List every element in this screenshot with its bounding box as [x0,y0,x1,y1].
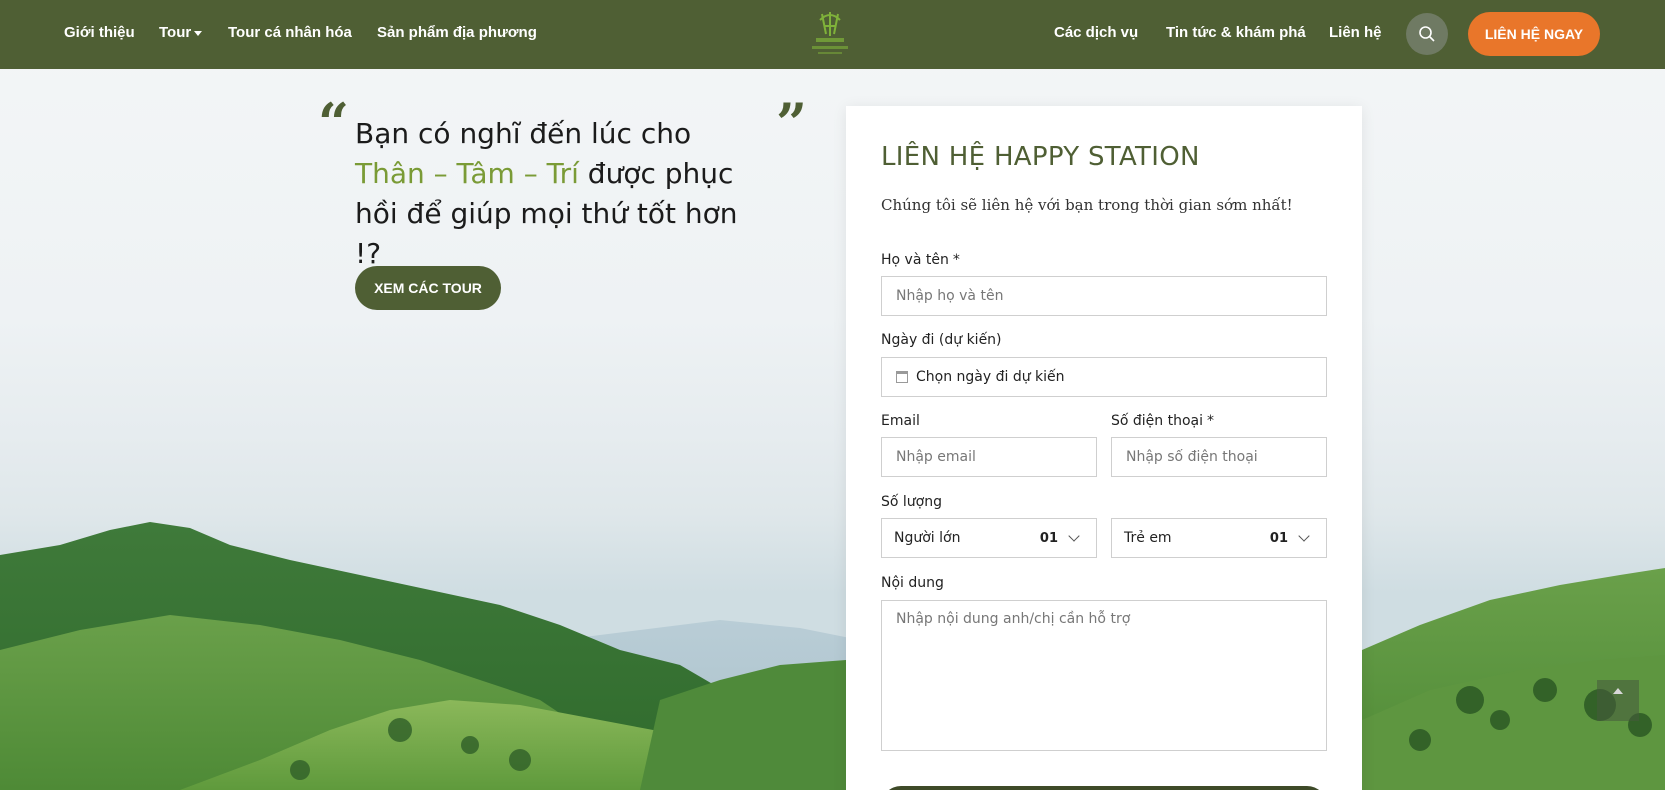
quantity-label: Số lượng [881,494,942,510]
headline-part1: Bạn có nghĩ đến lúc cho [355,117,692,150]
quote-open-icon: “ [318,91,350,155]
nav-item-tour-label: Tour [159,24,192,41]
date-label: Ngày đi (dự kiến) [881,332,1002,348]
site-header: Giới thiệu Tour Tour cá nhân hóa Sản phẩ… [0,0,1665,69]
search-icon [1419,26,1435,42]
logo[interactable] [800,6,860,62]
scroll-to-top-button[interactable] [1597,680,1639,721]
date-picker-value: Chọn ngày đi dự kiến [916,369,1065,385]
form-subtitle: Chúng tôi sẽ liên hệ với bạn trong thời … [881,196,1293,214]
children-select-label: Trẻ em [1124,530,1172,546]
adults-select-label: Người lớn [894,530,961,546]
search-button[interactable] [1406,13,1448,55]
nav-item-tour-ca-nhan-hoa[interactable]: Tour cá nhân hóa [228,24,352,41]
nav-item-cac-dich-vu[interactable]: Các dịch vụ [1054,24,1138,41]
required-mark: * [1207,413,1215,429]
hero-headline: Bạn có nghĩ đến lúc cho Thân – Tâm – Trí… [355,114,755,274]
view-tours-button[interactable]: XEM CÁC TOUR [355,266,501,310]
mountain-landscape [0,522,1665,790]
headline-highlight: Thân – Tâm – Trí [355,157,579,190]
phone-input[interactable] [1111,437,1327,477]
nav-item-tin-tuc[interactable]: Tin tức & khám phá [1166,24,1306,41]
calendar-icon [896,371,908,383]
email-input[interactable] [881,437,1097,477]
adults-select-value: 01 [1039,530,1058,546]
name-label: Họ và tên * [881,252,960,268]
phone-label: Số điện thoại * [1111,413,1214,429]
content-label: Nội dung [881,575,944,591]
quote-close-icon: ” [776,91,808,155]
name-input[interactable] [881,276,1327,316]
chevron-down-icon [1068,530,1080,542]
nav-item-lien-he[interactable]: Liên hệ [1329,24,1382,41]
arrow-up-icon [1613,688,1623,694]
content-textarea[interactable] [881,600,1327,751]
email-label: Email [881,413,920,429]
submit-button[interactable] [881,786,1327,790]
nav-item-tour[interactable]: Tour [159,24,203,41]
date-picker[interactable]: Chọn ngày đi dự kiến [881,357,1327,397]
hero-background [0,0,1665,790]
children-select[interactable]: Trẻ em 01 [1111,518,1327,558]
phone-label-text: Số điện thoại [1111,413,1204,429]
form-title: LIÊN HỆ HAPPY STATION [881,142,1200,172]
children-select-value: 01 [1269,530,1288,546]
adults-select[interactable]: Người lớn 01 [881,518,1097,558]
caret-down-icon [194,30,203,36]
required-mark: * [952,252,960,268]
nav-item-gioi-thieu[interactable]: Giới thiệu [64,24,135,41]
contact-form-card: LIÊN HỆ HAPPY STATION Chúng tôi sẽ liên … [846,106,1362,790]
nav-item-san-pham-dia-phuong[interactable]: Sản phẩm địa phương [377,24,537,41]
contact-now-button[interactable]: LIÊN HỆ NGAY [1468,12,1600,56]
chevron-down-icon [1298,530,1310,542]
name-label-text: Họ và tên [881,252,949,268]
